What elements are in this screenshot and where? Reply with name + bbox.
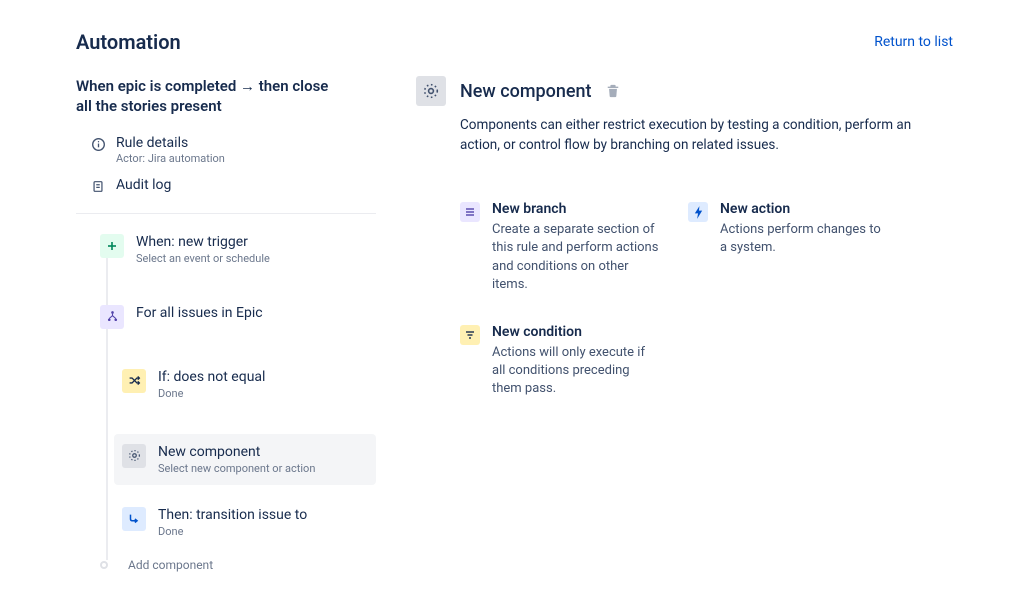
info-icon — [90, 137, 106, 153]
panel-description: Components can either restrict execution… — [460, 116, 940, 155]
flow-action-title: Then: transition issue to — [158, 507, 307, 523]
add-dot-icon — [100, 561, 108, 569]
option-branch-desc: Create a separate section of this rule a… — [492, 221, 660, 294]
option-condition-title: New condition — [492, 324, 660, 340]
plus-icon — [100, 234, 124, 258]
clipboard-icon — [90, 179, 106, 195]
shuffle-icon — [122, 369, 146, 393]
option-action-title: New action — [720, 201, 888, 217]
rule-details-item[interactable]: Rule details Actor: Jira automation — [76, 131, 376, 173]
option-new-action[interactable]: New action Actions perform changes to a … — [688, 201, 888, 257]
option-condition-desc: Actions will only execute if all conditi… — [492, 344, 660, 399]
list-icon — [460, 202, 480, 222]
option-action-desc: Actions perform changes to a system. — [720, 221, 888, 257]
flow-branch-title: For all issues in Epic — [136, 305, 263, 321]
cog-icon — [122, 444, 146, 468]
flow-new-component[interactable]: New component Select new component or ac… — [114, 434, 376, 485]
flow-branch[interactable]: For all issues in Epic — [92, 299, 376, 335]
flow-condition-sub: Done — [158, 387, 265, 400]
trash-icon[interactable] — [606, 84, 620, 98]
bolt-icon — [688, 202, 708, 222]
flow-new-component-sub: Select new component or action — [158, 462, 315, 475]
option-new-branch[interactable]: New branch Create a separate section of … — [460, 201, 660, 294]
filter-icon — [460, 325, 480, 345]
rule-details-label: Rule details — [116, 135, 225, 151]
add-component-row[interactable]: Add component — [92, 558, 376, 572]
flow-new-component-title: New component — [158, 444, 315, 460]
rule-actor-label: Actor: Jira automation — [116, 152, 225, 165]
page-title: Automation — [76, 30, 181, 54]
flow-trigger[interactable]: When: new trigger Select an event or sch… — [92, 228, 376, 271]
flow-condition[interactable]: If: does not equal Done — [114, 363, 376, 406]
rule-title: When epic is completed → then close all … — [76, 76, 336, 117]
flow-condition-title: If: does not equal — [158, 369, 265, 385]
panel-title: New component — [460, 81, 592, 102]
option-new-condition[interactable]: New condition Actions will only execute … — [460, 324, 660, 399]
transition-icon — [122, 507, 146, 531]
flow-action[interactable]: Then: transition issue to Done — [114, 501, 376, 544]
flow-trigger-title: When: new trigger — [136, 234, 270, 250]
flow-action-sub: Done — [158, 525, 307, 538]
add-component-label: Add component — [128, 558, 213, 572]
audit-log-label: Audit log — [116, 177, 171, 193]
option-branch-title: New branch — [492, 201, 660, 217]
branch-icon — [100, 305, 124, 329]
audit-log-item[interactable]: Audit log — [76, 173, 376, 203]
cog-icon — [416, 76, 446, 106]
return-to-list-link[interactable]: Return to list — [874, 34, 953, 50]
flow-trigger-sub: Select an event or schedule — [136, 252, 270, 265]
